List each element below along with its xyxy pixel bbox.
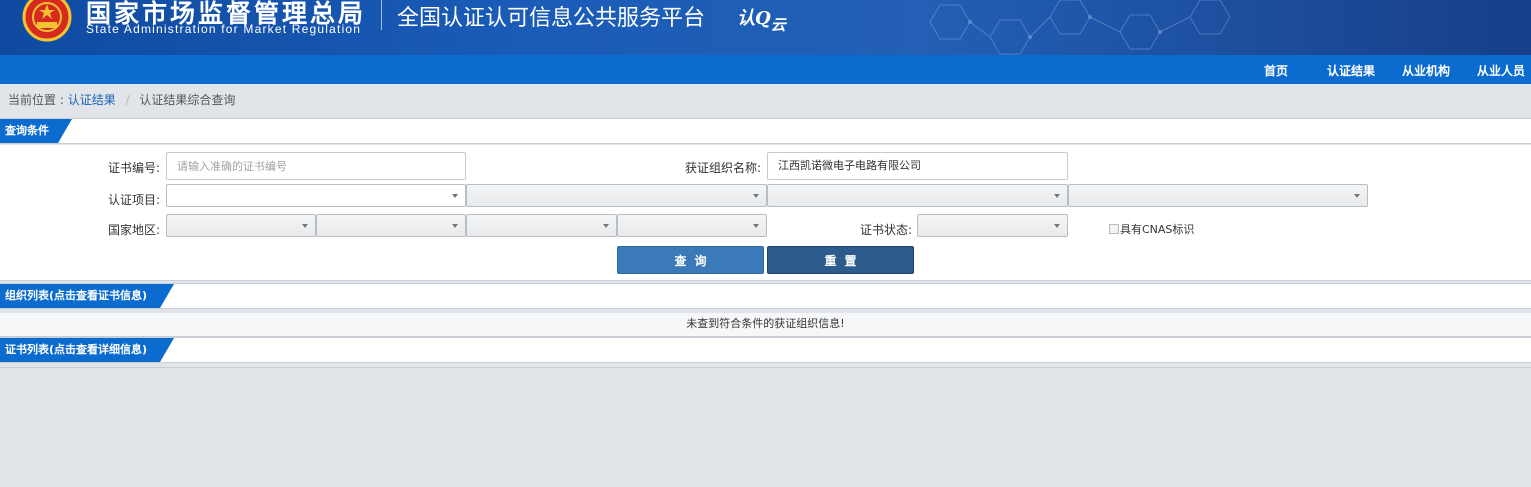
nav-item-practitioners[interactable]: 从业人员 <box>1477 62 1525 79</box>
query-form: 证书编号: 获证组织名称: 江西凯诺微电子电路有限公司 认证项目: 国家地区: … <box>0 145 1531 281</box>
project-select-2[interactable] <box>466 184 767 207</box>
org-list-section-header: 组织列表(点击查看证书信息) <box>0 283 1531 309</box>
query-section-header: 查询条件 <box>0 118 1531 144</box>
chevron-down-icon <box>452 194 458 198</box>
breadcrumb-current: 认证结果综合查询 <box>139 93 236 107</box>
project-select-3[interactable] <box>767 184 1068 207</box>
region-select-2[interactable] <box>316 214 466 237</box>
cert-list-section-title: 证书列表(点击查看详细信息) <box>0 338 160 362</box>
platform-logo: 认Q云 <box>737 4 786 34</box>
breadcrumb-link-cert-results[interactable]: 认证结果 <box>68 93 116 107</box>
cnas-checkbox[interactable] <box>1109 224 1119 234</box>
query-section-title: 查询条件 <box>0 119 58 143</box>
cert-list-bottom-border <box>0 367 1531 368</box>
query-button[interactable]: 查询 <box>617 246 764 274</box>
platform-title: 全国认证认可信息公共服务平台 <box>397 6 706 31</box>
org-name-label: 获证组织名称: <box>685 161 762 175</box>
chevron-down-icon <box>1354 194 1360 198</box>
region-select-3[interactable] <box>466 214 617 237</box>
project-label: 认证项目: <box>108 193 161 207</box>
hexagon-pattern-decoration <box>929 0 1231 55</box>
header-divider <box>381 0 382 30</box>
chevron-down-icon <box>753 194 759 198</box>
cnas-checkbox-wrap[interactable]: 具有CNAS标识 <box>1109 221 1194 237</box>
org-list-empty-message: 未查到符合条件的获证组织信息! <box>686 317 845 330</box>
status-select[interactable] <box>917 214 1068 237</box>
national-emblem-icon <box>22 0 72 42</box>
breadcrumb-prefix: 当前位置 : <box>8 93 64 107</box>
region-select-4[interactable] <box>617 214 767 237</box>
chevron-down-icon <box>603 224 609 228</box>
region-select-1[interactable] <box>166 214 316 237</box>
breadcrumb-separator: / <box>125 93 130 107</box>
platform-logo-char-c: 云 <box>770 16 786 34</box>
cert-no-input[interactable] <box>166 152 466 180</box>
project-select-4[interactable] <box>1068 184 1368 207</box>
nav-item-institutions[interactable]: 从业机构 <box>1402 62 1450 79</box>
org-list-empty-row: 未查到符合条件的获证组织信息! <box>0 313 1531 337</box>
chevron-down-icon <box>1054 224 1060 228</box>
chevron-down-icon <box>452 224 458 228</box>
cert-no-label: 证书编号: <box>108 161 161 175</box>
platform-logo-char-b: Q <box>755 8 771 29</box>
nav-item-home[interactable]: 首页 <box>1264 62 1288 79</box>
chevron-down-icon <box>1054 194 1060 198</box>
cert-list-section-header: 证书列表(点击查看详细信息) <box>0 337 1531 363</box>
cnas-checkbox-label: 具有CNAS标识 <box>1120 223 1195 236</box>
breadcrumb: 当前位置 : 认证结果 / 认证结果综合查询 <box>8 91 235 108</box>
platform-logo-char-a: 认 <box>737 8 755 29</box>
org-name-input[interactable]: 江西凯诺微电子电路有限公司 <box>767 152 1068 180</box>
chevron-down-icon <box>302 224 308 228</box>
top-nav: 首页 认证结果 从业机构 从业人员 <box>0 55 1531 84</box>
project-select-1[interactable] <box>166 184 466 207</box>
org-name-english: State Administration for Market Regulati… <box>86 22 362 36</box>
reset-button[interactable]: 重置 <box>767 246 914 274</box>
chevron-down-icon <box>753 224 759 228</box>
org-list-section-title: 组织列表(点击查看证书信息) <box>0 284 160 308</box>
header-banner: 国家市场监督管理总局 State Administration for Mark… <box>0 0 1531 55</box>
status-label: 证书状态: <box>860 223 913 237</box>
nav-item-cert-results[interactable]: 认证结果 <box>1327 62 1375 79</box>
region-label: 国家地区: <box>108 223 161 237</box>
